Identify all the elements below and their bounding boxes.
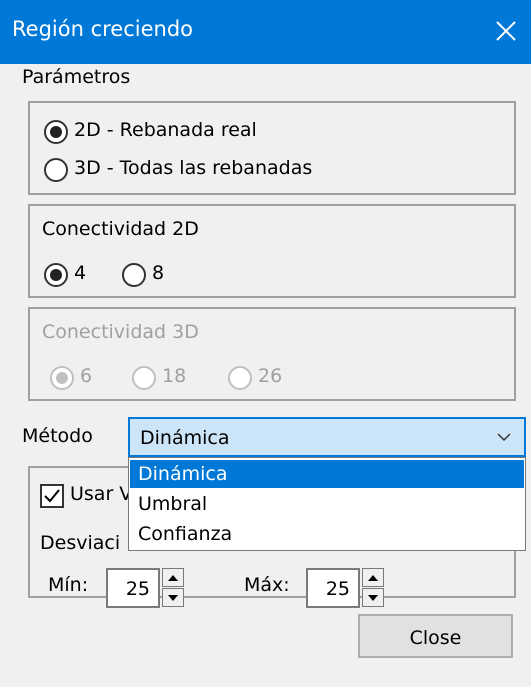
method-option-umbral[interactable]: Umbral: [130, 490, 524, 518]
chevron-down-icon: [497, 433, 511, 442]
min-input[interactable]: 25: [106, 568, 160, 608]
triangle-down-icon: [368, 595, 378, 601]
method-select-value: Dinámica: [140, 427, 230, 449]
radio-2d-label: 2D - Rebanada real: [74, 119, 257, 141]
title-bar: Región creciendo: [0, 0, 531, 64]
use-checkbox[interactable]: [40, 484, 64, 508]
window-title: Región creciendo: [12, 17, 193, 41]
max-spin-up[interactable]: [362, 568, 384, 587]
method-label: Método: [22, 425, 93, 447]
method-option-label: Umbral: [138, 493, 208, 515]
close-button[interactable]: Close: [358, 614, 513, 658]
close-button-label: Close: [409, 627, 462, 649]
radio-conn2d-8-label: 8: [152, 262, 165, 284]
radio-3d-all-slices[interactable]: [44, 158, 68, 182]
method-option-confianza[interactable]: Confianza: [130, 520, 524, 548]
max-input[interactable]: 25: [306, 568, 360, 608]
radio-conn3d-26-label: 26: [258, 365, 283, 387]
min-value: 25: [125, 578, 150, 600]
method-option-dinamica[interactable]: Dinámica: [130, 460, 524, 488]
triangle-down-icon: [168, 595, 178, 601]
method-select[interactable]: Dinámica: [128, 417, 526, 457]
method-option-label: Dinámica: [138, 463, 228, 485]
radio-2d-current-slice[interactable]: [44, 120, 68, 144]
connectivity-3d-label: Conectividad 3D: [42, 321, 199, 343]
parameters-group: 2D - Rebanada real 3D - Todas las rebana…: [28, 101, 516, 195]
connectivity-2d-label: Conectividad 2D: [42, 218, 199, 240]
min-spin-up[interactable]: [162, 568, 184, 587]
deviation-label: Desviaci: [40, 532, 121, 554]
connectivity-3d-group: Conectividad 3D 6 18 26: [28, 307, 516, 401]
checkmark-icon: [44, 489, 60, 503]
radio-conn3d-18-label: 18: [162, 365, 187, 387]
radio-conn2d-4[interactable]: [44, 263, 68, 287]
max-spin-down[interactable]: [362, 588, 384, 607]
method-dropdown-list: Dinámica Umbral Confianza: [128, 457, 526, 551]
min-spin-down[interactable]: [162, 588, 184, 607]
max-value: 25: [325, 578, 350, 600]
radio-conn3d-26[interactable]: [228, 366, 252, 390]
max-label: Máx:: [244, 574, 290, 596]
min-label: Mín:: [48, 574, 89, 596]
radio-conn3d-6-label: 6: [80, 365, 93, 387]
radio-3d-label: 3D - Todas las rebanadas: [74, 157, 313, 179]
triangle-up-icon: [168, 575, 178, 581]
method-option-label: Confianza: [138, 523, 233, 545]
triangle-up-icon: [368, 575, 378, 581]
close-icon[interactable]: [492, 17, 520, 45]
radio-conn3d-18[interactable]: [132, 366, 156, 390]
use-checkbox-label: Usar V: [70, 483, 133, 505]
connectivity-2d-group: Conectividad 2D 4 8: [28, 204, 516, 298]
radio-conn2d-4-label: 4: [74, 262, 87, 284]
radio-conn3d-6[interactable]: [50, 366, 74, 390]
parameters-label: Parámetros: [22, 66, 131, 88]
radio-conn2d-8[interactable]: [122, 263, 146, 287]
